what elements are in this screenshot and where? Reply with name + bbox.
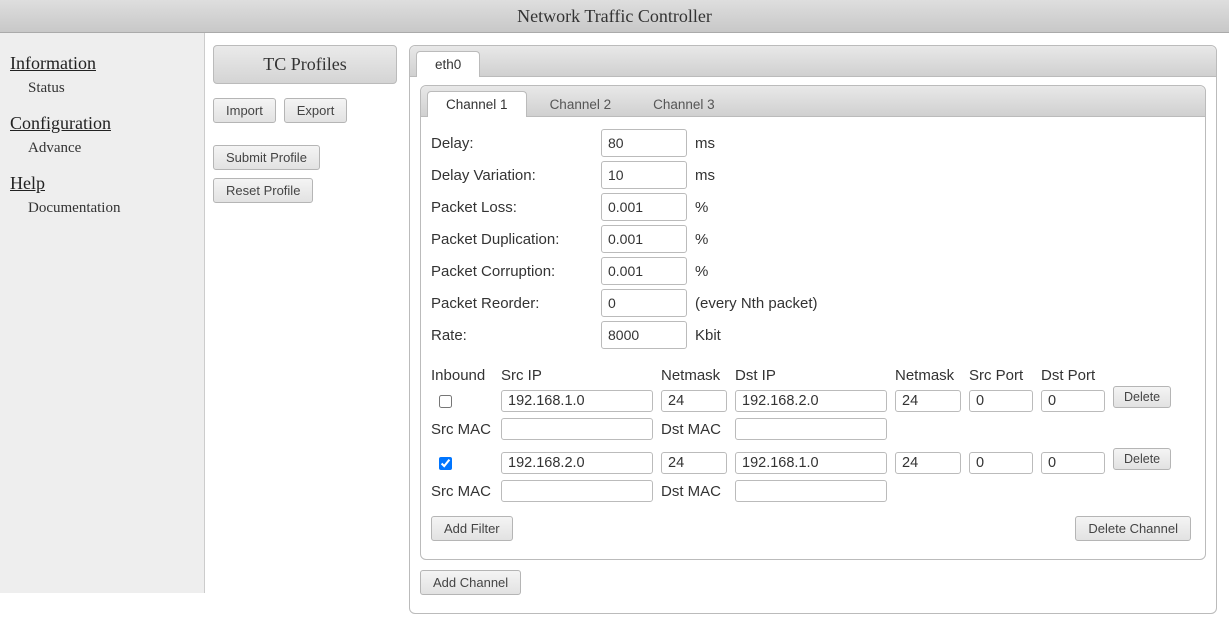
- netmask-input[interactable]: [661, 452, 727, 474]
- app-title: Network Traffic Controller: [0, 0, 1229, 33]
- dst-ip-input[interactable]: [735, 452, 887, 474]
- inbound-checkbox[interactable]: [439, 457, 452, 470]
- tab-channel-2[interactable]: Channel 2: [531, 91, 631, 117]
- filter-header-row: Inbound Src IP Netmask Dst IP Netmask Sr…: [431, 367, 1195, 384]
- sidebar-section-configuration[interactable]: Configuration: [10, 113, 194, 134]
- param-input[interactable]: [601, 193, 687, 221]
- src-mac-label: Src MAC: [431, 483, 501, 500]
- submit-profile-button[interactable]: Submit Profile: [213, 145, 320, 170]
- src-port-input[interactable]: [969, 452, 1033, 474]
- inbound-checkbox[interactable]: [439, 395, 452, 408]
- main-area: eth0 Channel 1 Channel 2 Channel 3 Delay…: [405, 33, 1229, 626]
- param-unit: %: [695, 199, 708, 216]
- filter-row: Delete: [431, 448, 1195, 478]
- add-channel-button[interactable]: Add Channel: [420, 570, 521, 595]
- filter-header-src-ip: Src IP: [501, 367, 661, 384]
- export-button[interactable]: Export: [284, 98, 348, 123]
- src-mac-input[interactable]: [501, 480, 653, 502]
- profiles-column: TC Profiles Import Export Submit Profile…: [205, 33, 405, 219]
- param-row: Packet Duplication:%: [431, 225, 1195, 253]
- param-unit: %: [695, 231, 708, 248]
- dst-mac-input[interactable]: [735, 418, 887, 440]
- netmask-input[interactable]: [661, 390, 727, 412]
- channel-tabs: Channel 1 Channel 2 Channel 3 Delay:msDe…: [420, 85, 1206, 560]
- filter-header-netmask: Netmask: [661, 367, 735, 384]
- param-input[interactable]: [601, 225, 687, 253]
- filter-header-netmask2: Netmask: [895, 367, 969, 384]
- sidebar-section-information[interactable]: Information: [10, 53, 194, 74]
- param-row: Delay Variation: ms: [431, 161, 1195, 189]
- filter-row-mac: Src MAC Dst MAC: [431, 480, 1195, 502]
- dst-mac-label: Dst MAC: [661, 483, 735, 500]
- sidebar-item-status[interactable]: Status: [28, 80, 194, 97]
- src-ip-input[interactable]: [501, 452, 653, 474]
- sidebar-item-documentation[interactable]: Documentation: [28, 200, 194, 217]
- tab-channel-1[interactable]: Channel 1: [427, 91, 527, 117]
- dst-mac-label: Dst MAC: [661, 421, 735, 438]
- param-label: Packet Duplication:: [431, 231, 601, 248]
- param-unit: ms: [695, 167, 715, 184]
- import-button[interactable]: Import: [213, 98, 276, 123]
- param-input[interactable]: [601, 289, 687, 317]
- param-label: Packet Loss:: [431, 199, 601, 216]
- filter-header-dst-ip: Dst IP: [735, 367, 895, 384]
- param-label: Delay:: [431, 135, 601, 152]
- param-unit: %: [695, 263, 708, 280]
- dst-port-input[interactable]: [1041, 390, 1105, 412]
- param-unit: Kbit: [695, 327, 721, 344]
- interface-tabs: eth0 Channel 1 Channel 2 Channel 3 Delay…: [409, 45, 1217, 614]
- reset-profile-button[interactable]: Reset Profile: [213, 178, 313, 203]
- dst-mac-input[interactable]: [735, 480, 887, 502]
- interface-tab-header: eth0: [410, 46, 1216, 77]
- src-port-input[interactable]: [969, 390, 1033, 412]
- dst-port-input[interactable]: [1041, 452, 1105, 474]
- param-unit: ms: [695, 135, 715, 152]
- param-input[interactable]: [601, 321, 687, 349]
- param-input[interactable]: [601, 161, 687, 189]
- param-row: Rate: Kbit: [431, 321, 1195, 349]
- param-label: Delay Variation:: [431, 167, 601, 184]
- param-label: Packet Corruption:: [431, 263, 601, 280]
- filter-row: Delete: [431, 386, 1195, 416]
- delete-channel-button[interactable]: Delete Channel: [1075, 516, 1191, 541]
- src-mac-input[interactable]: [501, 418, 653, 440]
- channel-tab-header: Channel 1 Channel 2 Channel 3: [421, 86, 1205, 117]
- filter-header-inbound: Inbound: [431, 367, 501, 384]
- src-mac-label: Src MAC: [431, 421, 501, 438]
- src-ip-input[interactable]: [501, 390, 653, 412]
- param-unit: (every Nth packet): [695, 295, 818, 312]
- dst-ip-input[interactable]: [735, 390, 887, 412]
- param-row: Delay: ms: [431, 129, 1195, 157]
- filter-header-src-port: Src Port: [969, 367, 1041, 384]
- param-input[interactable]: [601, 129, 687, 157]
- param-row: Packet Reorder: (every Nth packet): [431, 289, 1195, 317]
- sidebar: Information Status Configuration Advance…: [0, 33, 205, 593]
- filter-row-mac: Src MAC Dst MAC: [431, 418, 1195, 440]
- filter-area: Inbound Src IP Netmask Dst IP Netmask Sr…: [431, 367, 1195, 549]
- add-filter-button[interactable]: Add Filter: [431, 516, 513, 541]
- delete-filter-button[interactable]: Delete: [1113, 448, 1171, 470]
- netmask2-input[interactable]: [895, 390, 961, 412]
- param-label: Rate:: [431, 327, 601, 344]
- param-row: Packet Loss:%: [431, 193, 1195, 221]
- sidebar-section-help[interactable]: Help: [10, 173, 194, 194]
- filter-header-dst-port: Dst Port: [1041, 367, 1113, 384]
- sidebar-item-advance[interactable]: Advance: [28, 140, 194, 157]
- tc-profiles-header: TC Profiles: [213, 45, 397, 84]
- netmask2-input[interactable]: [895, 452, 961, 474]
- tab-eth0[interactable]: eth0: [416, 51, 480, 77]
- delete-filter-button[interactable]: Delete: [1113, 386, 1171, 408]
- param-input[interactable]: [601, 257, 687, 285]
- tab-channel-3[interactable]: Channel 3: [634, 91, 734, 117]
- param-row: Packet Corruption:%: [431, 257, 1195, 285]
- param-label: Packet Reorder:: [431, 295, 601, 312]
